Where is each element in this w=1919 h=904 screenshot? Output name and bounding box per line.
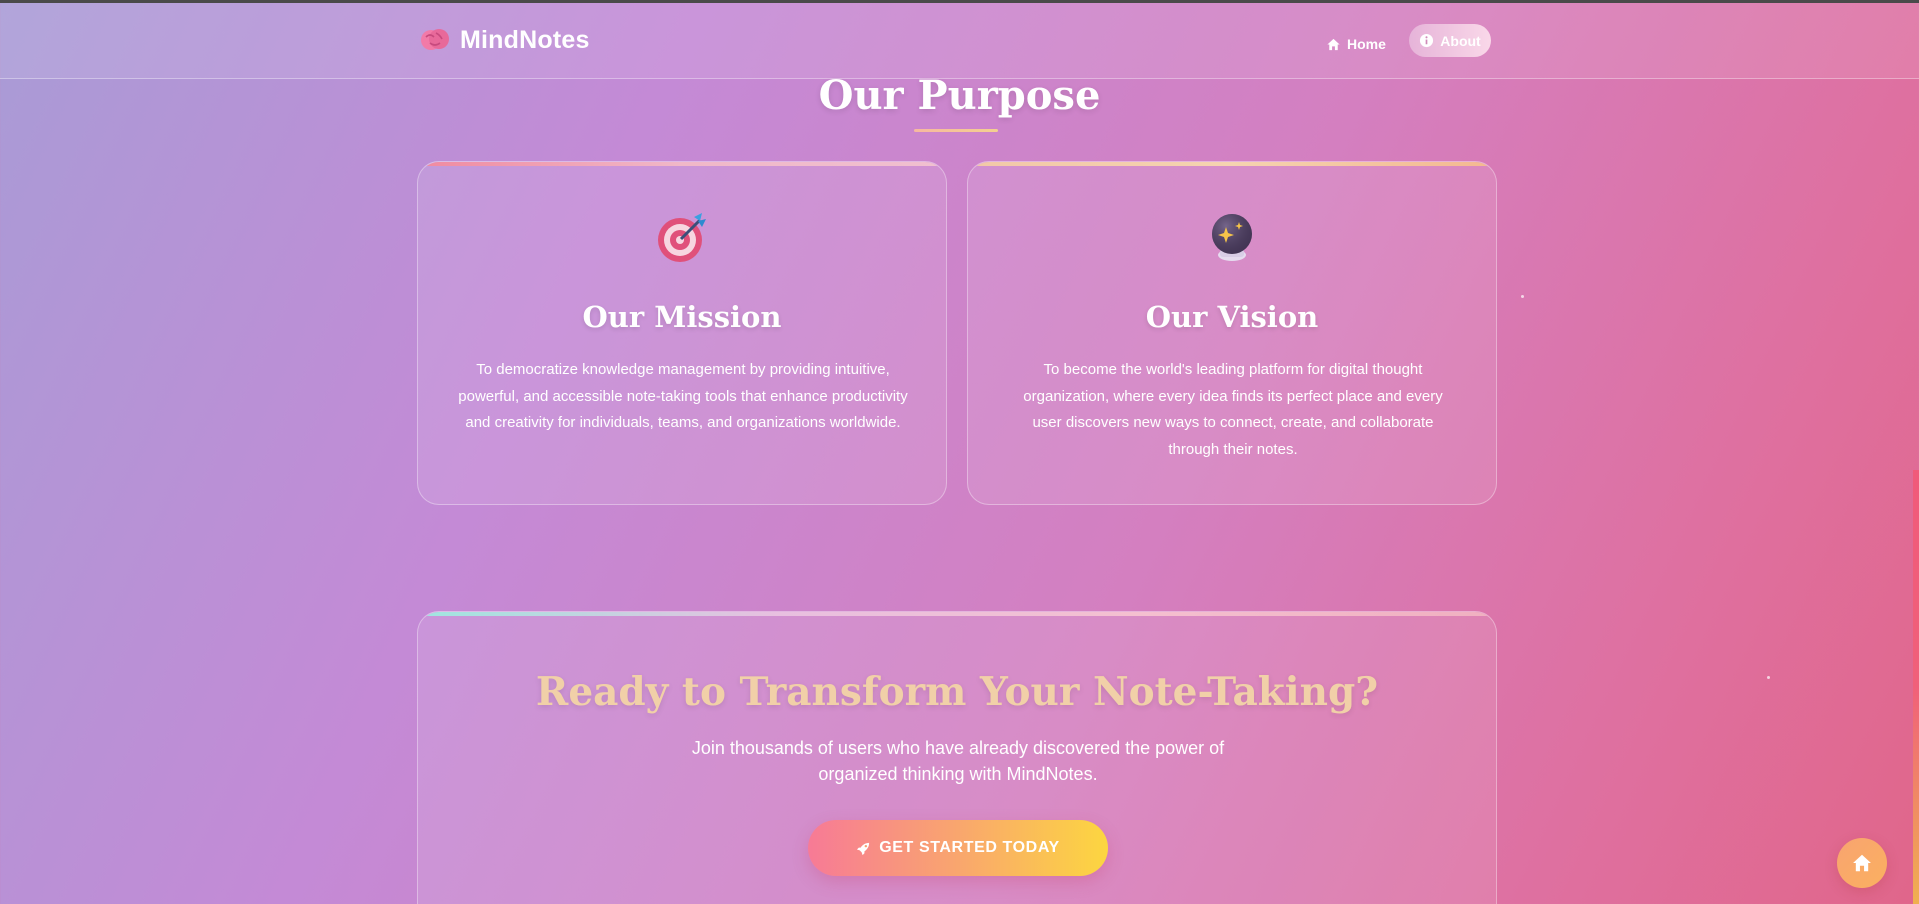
nav-about-label: About	[1440, 32, 1481, 49]
home-icon	[1327, 38, 1340, 50]
cta-section: Ready to Transform Your Note-Taking? Joi…	[417, 611, 1497, 904]
get-started-label: GET STARTED TODAY	[879, 839, 1060, 856]
info-icon	[1420, 33, 1434, 48]
nav-home-label: Home	[1347, 36, 1386, 52]
rocket-icon	[857, 842, 870, 855]
mission-title: Our Mission	[582, 300, 782, 334]
floating-home-button[interactable]	[1837, 838, 1887, 888]
navbar: MindNotes Home About	[0, 3, 1919, 79]
vision-title: Our Vision	[1145, 300, 1319, 334]
sparkle-decoration	[1521, 295, 1524, 298]
mission-card: Our Mission To democratize knowledge man…	[417, 161, 947, 505]
title-underline	[914, 129, 998, 132]
vision-text: To become the world's leading platform f…	[1023, 361, 1443, 458]
crystal-ball-icon	[1212, 214, 1252, 261]
nav-home-link[interactable]: Home	[1322, 29, 1390, 59]
section-title: Our Purpose	[818, 72, 1101, 119]
mission-text: To democratize knowledge management by p…	[458, 361, 908, 431]
brand-name: MindNotes	[460, 25, 590, 54]
brain-icon	[421, 29, 449, 50]
vision-card: Our Vision To become the world's leading…	[967, 161, 1497, 505]
cta-title: Ready to Transform Your Note-Taking?	[535, 669, 1379, 715]
brand-logo[interactable]: MindNotes	[418, 23, 590, 57]
sparkle-decoration	[1767, 676, 1770, 679]
scrollbar-thumb[interactable]	[1913, 470, 1919, 904]
cta-text: Join thousands of users who have already…	[691, 738, 1225, 784]
get-started-button[interactable]: GET STARTED TODAY	[808, 820, 1108, 876]
nav-about-link[interactable]: About	[1409, 24, 1491, 57]
home-icon	[1853, 854, 1871, 872]
target-icon	[658, 213, 706, 262]
